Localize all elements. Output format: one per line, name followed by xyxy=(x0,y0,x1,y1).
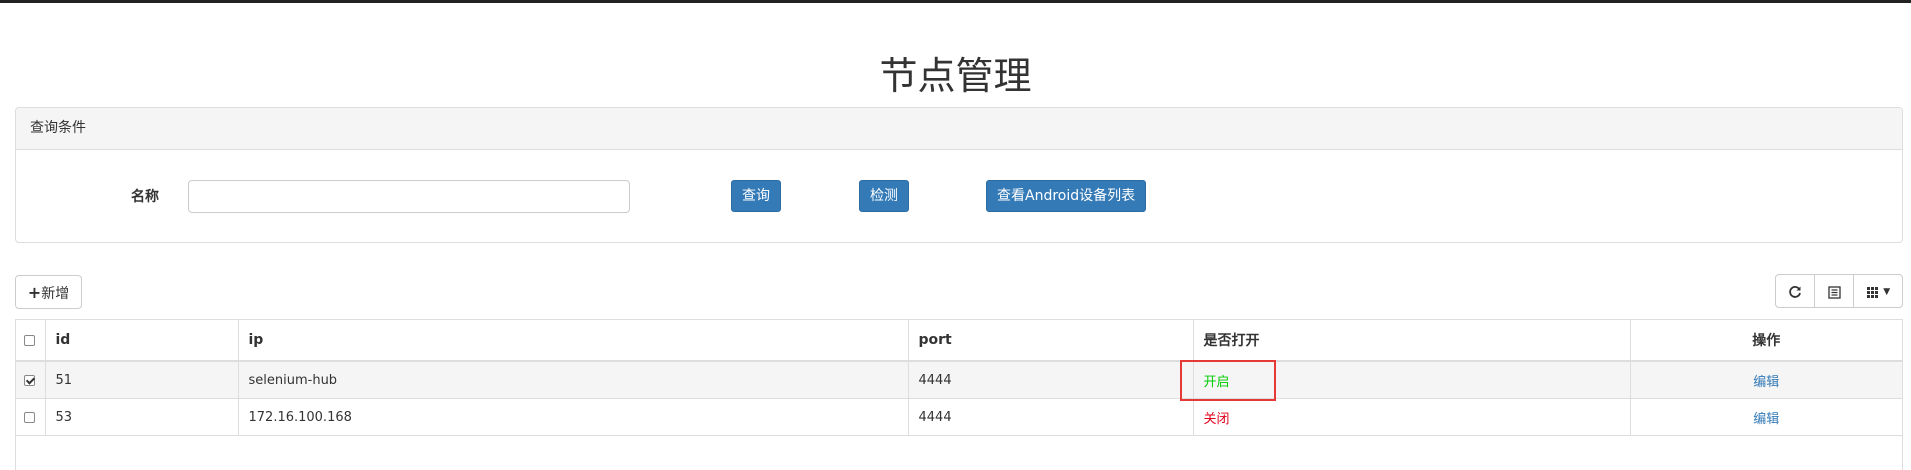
grid-icon xyxy=(1866,286,1878,298)
annotation-highlight-box xyxy=(1180,360,1276,401)
refresh-icon xyxy=(1789,286,1801,298)
column-header-id[interactable]: id xyxy=(45,320,239,362)
cell-id: 53 xyxy=(45,398,239,436)
cell-id: 51 xyxy=(45,361,239,399)
query-panel-heading: 查询条件 xyxy=(16,108,1902,150)
add-button[interactable]: +新增 xyxy=(15,275,82,309)
row-select-cell xyxy=(16,398,46,436)
add-button-label: 新增 xyxy=(41,286,70,302)
table-row[interactable]: 51 selenium-hub 4444 开启 编辑 xyxy=(16,361,1902,399)
plus-icon: + xyxy=(27,283,42,302)
android-device-list-button[interactable]: 查看Android设备列表 xyxy=(986,180,1147,212)
search-button[interactable]: 查询 xyxy=(731,180,781,212)
cell-open-status: 关闭 xyxy=(1193,398,1631,436)
column-header-ip[interactable]: ip xyxy=(238,320,909,362)
nodes-table: id ip port 是否打开 操作 51 selenium-hub 4444 … xyxy=(15,319,1903,470)
top-border xyxy=(0,0,1911,3)
column-header-port[interactable]: port xyxy=(908,320,1194,362)
row-select-cell xyxy=(16,361,46,399)
select-all-checkbox[interactable] xyxy=(24,334,35,346)
cell-actions: 编辑 xyxy=(1630,398,1902,436)
columns-button[interactable]: ▼ xyxy=(1853,274,1903,308)
cell-ip: selenium-hub xyxy=(238,361,909,399)
edit-link[interactable]: 编辑 xyxy=(1753,375,1779,390)
page-title: 节点管理 xyxy=(879,54,1032,98)
refresh-button[interactable] xyxy=(1775,274,1815,308)
toggle-view-button[interactable] xyxy=(1814,274,1854,308)
caret-down-icon: ▼ xyxy=(1883,287,1891,297)
cell-actions: 编辑 xyxy=(1630,361,1902,399)
cell-port: 4444 xyxy=(908,398,1194,436)
table-row[interactable]: 53 172.16.100.168 4444 关闭 编辑 xyxy=(16,398,1902,436)
row-checkbox[interactable] xyxy=(24,374,35,386)
table-header-row: id ip port 是否打开 操作 xyxy=(16,320,1902,362)
row-checkbox[interactable] xyxy=(24,411,35,423)
cell-ip: 172.16.100.168 xyxy=(238,398,909,436)
select-all-cell xyxy=(16,320,46,362)
column-header-open-status[interactable]: 是否打开 xyxy=(1193,320,1631,362)
edit-link[interactable]: 编辑 xyxy=(1753,412,1779,427)
query-panel: 查询条件 名称 查询 检测 查看Android设备列表 xyxy=(15,107,1903,243)
column-header-actions: 操作 xyxy=(1630,320,1902,362)
cell-port: 4444 xyxy=(908,361,1194,399)
check-button[interactable]: 检测 xyxy=(859,180,909,212)
name-label: 名称 xyxy=(131,189,159,205)
name-input[interactable] xyxy=(188,180,630,213)
list-icon xyxy=(1827,285,1841,299)
